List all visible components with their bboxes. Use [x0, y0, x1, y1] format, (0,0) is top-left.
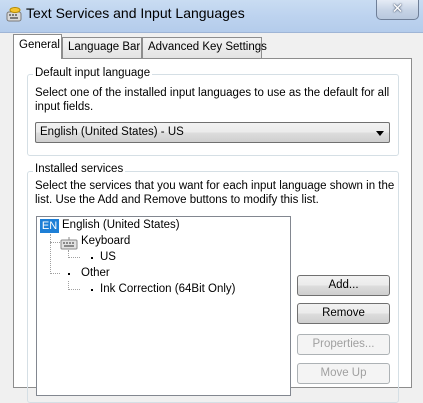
tab-advanced-key-settings-label: Advanced Key Settings: [148, 41, 267, 53]
move-up-button[interactable]: Move Up: [297, 363, 390, 384]
tab-language-bar-label: Language Bar: [68, 41, 141, 53]
keyboard-icon: [60, 237, 78, 250]
default-language-legend: Default input language: [33, 67, 153, 79]
language-badge-icon: EN: [40, 219, 59, 233]
tree-line: [68, 257, 80, 258]
tree-item-language[interactable]: English (United States): [62, 219, 180, 231]
tree-item-other[interactable]: Other: [81, 267, 110, 279]
chevron-down-icon: [376, 131, 384, 136]
close-button[interactable]: ✕: [376, 0, 419, 20]
bullet-icon: [91, 289, 93, 291]
text-services-icon: [6, 7, 22, 22]
tree-line: [50, 242, 60, 243]
add-button[interactable]: Add...: [297, 275, 390, 296]
remove-button[interactable]: Remove: [297, 303, 390, 324]
tree-line: [50, 273, 60, 274]
tree-line: [68, 289, 80, 290]
installed-services-legend: Installed services: [33, 163, 126, 175]
default-language-value: English (United States) - US: [40, 126, 184, 138]
tab-advanced-key-settings[interactable]: Advanced Key Settings: [142, 37, 267, 58]
bullet-icon: [91, 257, 93, 259]
default-language-select[interactable]: English (United States) - US: [35, 122, 390, 143]
tree-line: [50, 234, 51, 274]
bullet-icon: [68, 273, 70, 275]
default-language-description: Select one of the installed input langua…: [35, 87, 390, 113]
installed-services-description: Select the services that you want for ea…: [35, 180, 395, 206]
close-icon: ✕: [391, 0, 404, 16]
tab-general[interactable]: General: [13, 34, 62, 59]
tree-item-keyboard[interactable]: Keyboard: [81, 235, 130, 247]
tree-item-us[interactable]: US: [100, 251, 116, 263]
title-bar[interactable]: Text Services and Input Languages ✕: [0, 0, 423, 33]
tab-general-label: General: [19, 39, 60, 51]
window-title: Text Services and Input Languages: [26, 5, 245, 21]
properties-button[interactable]: Properties...: [297, 334, 390, 355]
tab-language-bar[interactable]: Language Bar: [62, 37, 142, 58]
tree-item-ink-correction[interactable]: Ink Correction (64Bit Only): [100, 283, 236, 295]
